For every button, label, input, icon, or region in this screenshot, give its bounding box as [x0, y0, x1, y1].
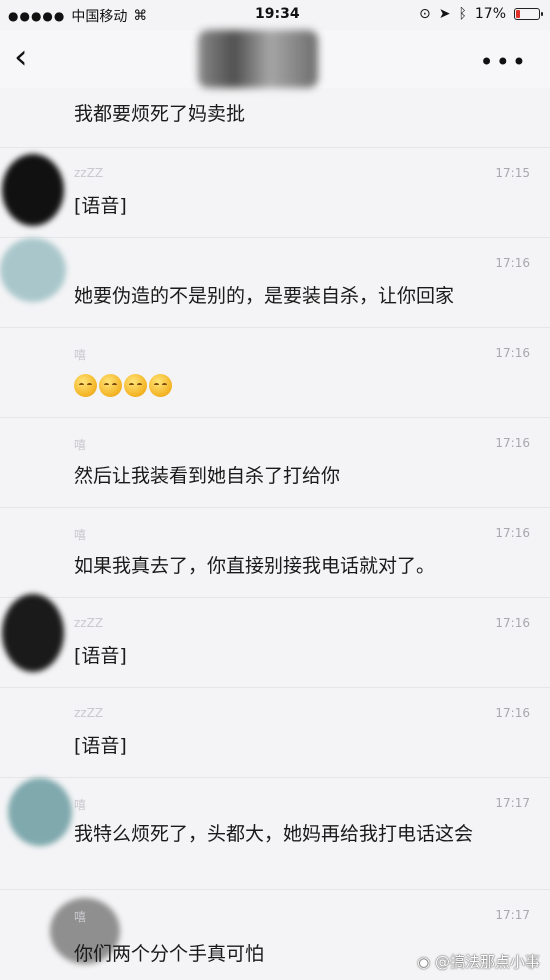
message-time: 17:17: [495, 908, 530, 922]
chevron-left-icon: ‹: [14, 37, 28, 77]
avatar: [8, 778, 72, 846]
avatar: [2, 594, 64, 672]
sender-name: zzZZ: [74, 166, 104, 180]
nav-bar: ‹ •••: [0, 30, 550, 88]
list-item[interactable]: zzZZ 17:15 [语音]: [0, 148, 550, 238]
location-icon: ➤: [438, 6, 451, 22]
weibo-icon: ◉: [417, 953, 431, 971]
sender-name: 嘻: [74, 348, 87, 362]
list-item[interactable]: 嘻 17:16: [0, 328, 550, 418]
message-time: 17:17: [495, 796, 530, 810]
sender-name: 嘻: [74, 528, 87, 542]
sender-name: 嘻: [74, 910, 87, 924]
message-text: 如果我真去了，你直接别接我电话就对了。: [74, 555, 436, 577]
message-time: 17:16: [495, 436, 530, 450]
list-item[interactable]: zzZZ 17:16 [语音]: [0, 688, 550, 778]
list-item[interactable]: 嘻 17:17 我特么烦死了，头都大，她妈再给我打电话这会: [0, 778, 550, 890]
message-text: [语音]: [74, 195, 127, 217]
smile-emoji-icon: [149, 374, 172, 397]
battery-fill: [516, 10, 520, 18]
sender-name: 嘻: [74, 438, 87, 452]
message-text: [语音]: [74, 645, 127, 667]
status-right: ⊙ ➤ ᛒ 17%: [419, 6, 543, 22]
emoji-row: [74, 374, 172, 397]
watermark: ◉ @搞法那点小事: [417, 951, 540, 972]
status-left: ●●●●● 中国移动 ⌘: [8, 6, 147, 26]
message-text: [语音]: [74, 735, 127, 757]
message-time: 17:16: [495, 526, 530, 540]
contact-name-redacted: [198, 30, 318, 88]
orientation-lock-icon: ⊙: [419, 6, 431, 22]
message-time: 17:16: [495, 706, 530, 720]
back-button[interactable]: ‹: [14, 38, 28, 76]
sender-name: zzZZ: [74, 706, 104, 720]
battery-icon: [514, 8, 543, 20]
list-item[interactable]: 我都要烦死了妈卖批: [0, 88, 550, 148]
smile-emoji-icon: [124, 374, 147, 397]
message-text: 她要伪造的不是别的，是要装自杀，让你回家: [74, 285, 455, 307]
list-item[interactable]: 嘻 17:16 然后让我装看到她自杀了打给你: [0, 418, 550, 508]
sender-name: zzZZ: [74, 616, 104, 630]
smile-emoji-icon: [74, 374, 97, 397]
avatar: [0, 238, 66, 302]
message-text: 然后让我装看到她自杀了打给你: [74, 465, 341, 487]
message-text: 我特么烦死了，头都大，她妈再给我打电话这会: [74, 823, 474, 845]
message-time: 17:16: [495, 346, 530, 360]
message-time: 17:16: [495, 616, 530, 630]
more-button[interactable]: •••: [480, 48, 528, 76]
wifi-icon: ⌘: [133, 8, 148, 24]
message-time: 17:15: [495, 166, 530, 180]
avatar: [2, 154, 64, 226]
more-icon: •••: [479, 48, 528, 76]
list-item[interactable]: zzZZ 17:16 [语音]: [0, 594, 550, 688]
sender-name: 嘻: [74, 798, 87, 812]
signal-icon: ●●●●●: [8, 9, 66, 23]
list-item[interactable]: 17:16 她要伪造的不是别的，是要装自杀，让你回家: [0, 238, 550, 328]
battery-percent: 17%: [474, 6, 506, 22]
message-time: 17:16: [495, 256, 530, 270]
smile-emoji-icon: [99, 374, 122, 397]
status-bar: ●●●●● 中国移动 ⌘ 19:34 ⊙ ➤ ᛒ 17%: [0, 0, 550, 30]
status-time: 19:34: [255, 6, 300, 22]
bluetooth-icon: ᛒ: [458, 6, 467, 22]
list-item[interactable]: 嘻 17:16 如果我真去了，你直接别接我电话就对了。: [0, 508, 550, 598]
carrier-name: 中国移动: [71, 9, 128, 25]
message-text: 我都要烦死了妈卖批: [74, 103, 246, 125]
watermark-text: @搞法那点小事: [434, 953, 540, 971]
